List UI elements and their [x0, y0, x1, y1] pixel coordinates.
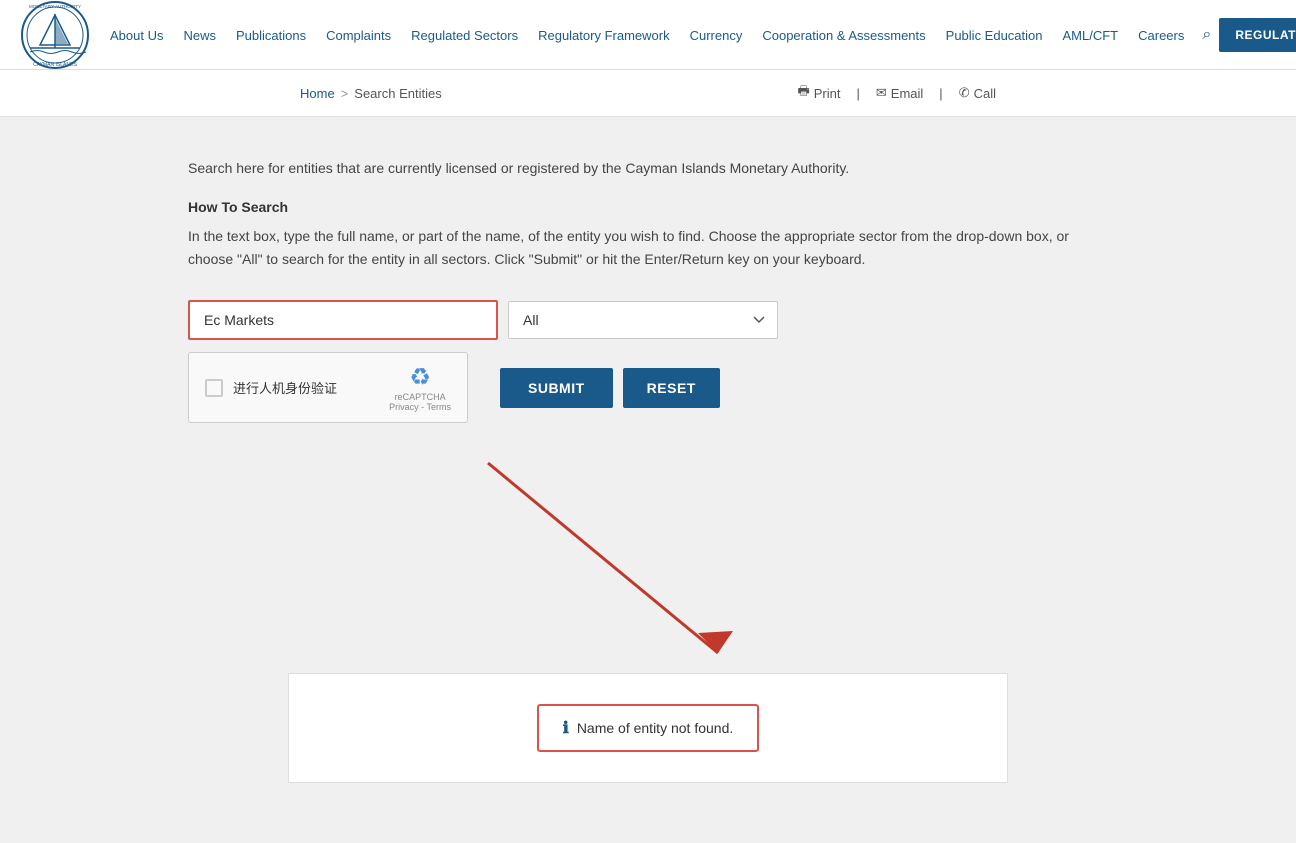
not-found-text: Name of entity not found.: [577, 720, 733, 736]
recaptcha-icon: ♻: [409, 363, 431, 392]
nav-item-public-education[interactable]: Public Education: [936, 27, 1053, 43]
nav-item-aml-cft[interactable]: AML/CFT: [1053, 27, 1129, 43]
call-action[interactable]: ✆ Call: [959, 85, 996, 101]
email-action[interactable]: ✉ Email: [876, 85, 923, 101]
nav-links: About Us News Publications Complaints Re…: [100, 27, 1194, 43]
call-label[interactable]: Call: [974, 86, 996, 101]
email-label[interactable]: Email: [891, 86, 924, 101]
breadcrumb: Home > Search Entities: [300, 86, 442, 101]
captcha-logo: ♻ reCAPTCHA Privacy - Terms: [389, 363, 451, 412]
captcha-row: 进行人机身份验证 ♻ reCAPTCHA Privacy - Terms SUB…: [188, 352, 848, 423]
breadcrumb-home[interactable]: Home: [300, 86, 335, 101]
breadcrumb-actions: 🖶 Print | ✉ Email | ✆ Call: [797, 82, 996, 104]
search-description: Search here for entities that are curren…: [188, 157, 1108, 179]
nav-item-complaints[interactable]: Complaints: [316, 27, 401, 43]
search-row: All Banking Insurance Mutual Funds Secur…: [188, 300, 848, 340]
breadcrumb-current: Search Entities: [354, 86, 441, 101]
nav-item-publications[interactable]: Publications: [226, 27, 316, 43]
nav-item-regulated-sectors[interactable]: Regulated Sectors: [401, 27, 528, 43]
captcha-widget[interactable]: 进行人机身份验证 ♻ reCAPTCHA Privacy - Terms: [188, 352, 468, 423]
search-icon[interactable]: ⌕: [1194, 26, 1219, 44]
divider-1: |: [856, 86, 859, 101]
recaptcha-terms: Privacy - Terms: [389, 402, 451, 412]
search-form: All Banking Insurance Mutual Funds Secur…: [188, 300, 848, 423]
captcha-label: 进行人机身份验证: [233, 378, 379, 397]
nav-item-regulatory-framework[interactable]: Regulatory Framework: [528, 27, 680, 43]
results-area: ℹ Name of entity not found.: [288, 673, 1008, 783]
email-icon: ✉: [876, 85, 887, 101]
svg-text:CAYMAN ISLANDS: CAYMAN ISLANDS: [33, 62, 77, 68]
nav-item-news[interactable]: News: [173, 27, 226, 43]
divider-2: |: [939, 86, 942, 101]
nav-item-about-us[interactable]: About Us: [100, 27, 173, 43]
form-buttons: SUBMIT RESET: [500, 368, 720, 408]
how-to-search-title: How To Search: [188, 199, 1108, 215]
red-arrow-svg: [458, 453, 778, 673]
nav-item-cooperation-assessments[interactable]: Cooperation & Assessments: [752, 27, 935, 43]
recaptcha-brand: reCAPTCHA: [395, 392, 446, 402]
print-action[interactable]: 🖶 Print: [797, 82, 840, 104]
svg-text:MONETARY AUTHORITY: MONETARY AUTHORITY: [29, 4, 81, 9]
nav-item-currency[interactable]: Currency: [680, 27, 753, 43]
phone-icon: ✆: [959, 85, 970, 101]
breadcrumb-separator: >: [341, 86, 349, 101]
search-instructions: In the text box, type the full name, or …: [188, 225, 1108, 270]
navbar: CAYMAN ISLANDS MONETARY AUTHORITY About …: [0, 0, 1296, 70]
arrow-area: [188, 453, 1108, 673]
entity-name-input[interactable]: [188, 300, 498, 340]
nav-item-careers[interactable]: Careers: [1128, 27, 1194, 43]
captcha-checkbox[interactable]: [205, 379, 223, 397]
print-label[interactable]: Print: [814, 86, 841, 101]
logo[interactable]: CAYMAN ISLANDS MONETARY AUTHORITY: [20, 0, 90, 70]
breadcrumb-bar: Home > Search Entities 🖶 Print | ✉ Email…: [0, 70, 1296, 117]
submit-button[interactable]: SUBMIT: [500, 368, 613, 408]
sector-select[interactable]: All Banking Insurance Mutual Funds Secur…: [508, 301, 778, 339]
print-icon: 🖶: [797, 82, 809, 104]
info-icon: ℹ: [563, 718, 569, 738]
search-input-wrapper: [188, 300, 498, 340]
main-content: Search here for entities that are curren…: [168, 117, 1128, 843]
regulated-entities-button[interactable]: REGULATED ENTITIES: [1219, 18, 1296, 52]
not-found-message: ℹ Name of entity not found.: [537, 704, 760, 752]
reset-button[interactable]: RESET: [623, 368, 720, 408]
